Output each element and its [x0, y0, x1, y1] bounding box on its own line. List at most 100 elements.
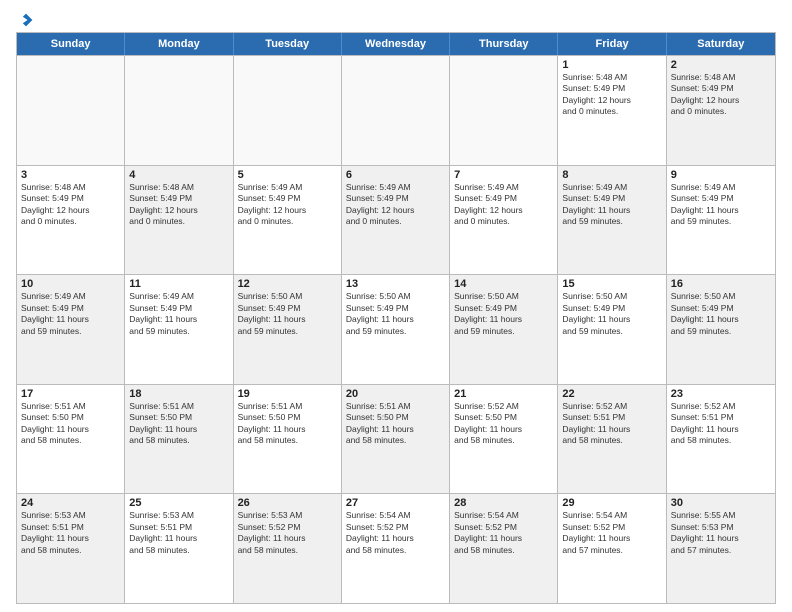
day-number: 12	[238, 278, 337, 290]
day-info: Sunrise: 5:49 AMSunset: 5:49 PMDaylight:…	[21, 291, 120, 337]
empty-cell	[17, 56, 125, 165]
day-number: 24	[21, 497, 120, 509]
day-cell-14: 14Sunrise: 5:50 AMSunset: 5:49 PMDayligh…	[450, 275, 558, 384]
header-cell-sunday: Sunday	[17, 33, 125, 55]
day-cell-13: 13Sunrise: 5:50 AMSunset: 5:49 PMDayligh…	[342, 275, 450, 384]
day-info: Sunrise: 5:55 AMSunset: 5:53 PMDaylight:…	[671, 510, 771, 556]
day-number: 13	[346, 278, 445, 290]
day-number: 2	[671, 59, 771, 71]
day-info: Sunrise: 5:49 AMSunset: 5:49 PMDaylight:…	[346, 182, 445, 228]
day-info: Sunrise: 5:54 AMSunset: 5:52 PMDaylight:…	[454, 510, 553, 556]
day-cell-29: 29Sunrise: 5:54 AMSunset: 5:52 PMDayligh…	[558, 494, 666, 603]
day-number: 18	[129, 388, 228, 400]
header-cell-saturday: Saturday	[667, 33, 775, 55]
day-number: 16	[671, 278, 771, 290]
day-cell-30: 30Sunrise: 5:55 AMSunset: 5:53 PMDayligh…	[667, 494, 775, 603]
calendar-row-1: 3Sunrise: 5:48 AMSunset: 5:49 PMDaylight…	[17, 165, 775, 275]
day-info: Sunrise: 5:51 AMSunset: 5:50 PMDaylight:…	[238, 401, 337, 447]
day-info: Sunrise: 5:54 AMSunset: 5:52 PMDaylight:…	[346, 510, 445, 556]
day-cell-12: 12Sunrise: 5:50 AMSunset: 5:49 PMDayligh…	[234, 275, 342, 384]
day-info: Sunrise: 5:50 AMSunset: 5:49 PMDaylight:…	[346, 291, 445, 337]
day-cell-21: 21Sunrise: 5:52 AMSunset: 5:50 PMDayligh…	[450, 385, 558, 494]
day-number: 17	[21, 388, 120, 400]
day-cell-17: 17Sunrise: 5:51 AMSunset: 5:50 PMDayligh…	[17, 385, 125, 494]
logo-icon	[18, 12, 34, 28]
day-cell-7: 7Sunrise: 5:49 AMSunset: 5:49 PMDaylight…	[450, 166, 558, 275]
day-number: 10	[21, 278, 120, 290]
day-info: Sunrise: 5:50 AMSunset: 5:49 PMDaylight:…	[562, 291, 661, 337]
empty-cell	[342, 56, 450, 165]
day-number: 15	[562, 278, 661, 290]
day-number: 6	[346, 169, 445, 181]
day-cell-8: 8Sunrise: 5:49 AMSunset: 5:49 PMDaylight…	[558, 166, 666, 275]
day-cell-11: 11Sunrise: 5:49 AMSunset: 5:49 PMDayligh…	[125, 275, 233, 384]
day-info: Sunrise: 5:50 AMSunset: 5:49 PMDaylight:…	[671, 291, 771, 337]
day-number: 8	[562, 169, 661, 181]
day-number: 4	[129, 169, 228, 181]
calendar: SundayMondayTuesdayWednesdayThursdayFrid…	[16, 32, 776, 604]
header-cell-tuesday: Tuesday	[234, 33, 342, 55]
day-number: 19	[238, 388, 337, 400]
day-cell-28: 28Sunrise: 5:54 AMSunset: 5:52 PMDayligh…	[450, 494, 558, 603]
day-cell-27: 27Sunrise: 5:54 AMSunset: 5:52 PMDayligh…	[342, 494, 450, 603]
day-number: 5	[238, 169, 337, 181]
day-cell-22: 22Sunrise: 5:52 AMSunset: 5:51 PMDayligh…	[558, 385, 666, 494]
day-cell-3: 3Sunrise: 5:48 AMSunset: 5:49 PMDaylight…	[17, 166, 125, 275]
day-info: Sunrise: 5:51 AMSunset: 5:50 PMDaylight:…	[129, 401, 228, 447]
day-cell-2: 2Sunrise: 5:48 AMSunset: 5:49 PMDaylight…	[667, 56, 775, 165]
day-info: Sunrise: 5:53 AMSunset: 5:52 PMDaylight:…	[238, 510, 337, 556]
day-number: 26	[238, 497, 337, 509]
day-cell-15: 15Sunrise: 5:50 AMSunset: 5:49 PMDayligh…	[558, 275, 666, 384]
calendar-row-4: 24Sunrise: 5:53 AMSunset: 5:51 PMDayligh…	[17, 493, 775, 603]
day-number: 25	[129, 497, 228, 509]
day-info: Sunrise: 5:49 AMSunset: 5:49 PMDaylight:…	[562, 182, 661, 228]
header-cell-friday: Friday	[558, 33, 666, 55]
day-cell-20: 20Sunrise: 5:51 AMSunset: 5:50 PMDayligh…	[342, 385, 450, 494]
logo	[16, 12, 34, 26]
day-info: Sunrise: 5:49 AMSunset: 5:49 PMDaylight:…	[129, 291, 228, 337]
calendar-body: 1Sunrise: 5:48 AMSunset: 5:49 PMDaylight…	[17, 55, 775, 603]
day-cell-19: 19Sunrise: 5:51 AMSunset: 5:50 PMDayligh…	[234, 385, 342, 494]
day-number: 7	[454, 169, 553, 181]
calendar-row-0: 1Sunrise: 5:48 AMSunset: 5:49 PMDaylight…	[17, 55, 775, 165]
day-cell-9: 9Sunrise: 5:49 AMSunset: 5:49 PMDaylight…	[667, 166, 775, 275]
day-info: Sunrise: 5:48 AMSunset: 5:49 PMDaylight:…	[129, 182, 228, 228]
day-info: Sunrise: 5:48 AMSunset: 5:49 PMDaylight:…	[671, 72, 771, 118]
day-number: 1	[562, 59, 661, 71]
day-info: Sunrise: 5:49 AMSunset: 5:49 PMDaylight:…	[238, 182, 337, 228]
day-info: Sunrise: 5:48 AMSunset: 5:49 PMDaylight:…	[562, 72, 661, 118]
day-cell-5: 5Sunrise: 5:49 AMSunset: 5:49 PMDaylight…	[234, 166, 342, 275]
empty-cell	[450, 56, 558, 165]
day-cell-23: 23Sunrise: 5:52 AMSunset: 5:51 PMDayligh…	[667, 385, 775, 494]
day-info: Sunrise: 5:48 AMSunset: 5:49 PMDaylight:…	[21, 182, 120, 228]
day-number: 29	[562, 497, 661, 509]
day-cell-25: 25Sunrise: 5:53 AMSunset: 5:51 PMDayligh…	[125, 494, 233, 603]
day-info: Sunrise: 5:52 AMSunset: 5:50 PMDaylight:…	[454, 401, 553, 447]
day-info: Sunrise: 5:51 AMSunset: 5:50 PMDaylight:…	[346, 401, 445, 447]
calendar-row-2: 10Sunrise: 5:49 AMSunset: 5:49 PMDayligh…	[17, 274, 775, 384]
day-number: 30	[671, 497, 771, 509]
day-cell-24: 24Sunrise: 5:53 AMSunset: 5:51 PMDayligh…	[17, 494, 125, 603]
day-cell-26: 26Sunrise: 5:53 AMSunset: 5:52 PMDayligh…	[234, 494, 342, 603]
day-number: 28	[454, 497, 553, 509]
day-number: 11	[129, 278, 228, 290]
day-number: 3	[21, 169, 120, 181]
day-number: 22	[562, 388, 661, 400]
day-number: 23	[671, 388, 771, 400]
page-header	[16, 12, 776, 26]
day-number: 21	[454, 388, 553, 400]
day-info: Sunrise: 5:49 AMSunset: 5:49 PMDaylight:…	[454, 182, 553, 228]
day-info: Sunrise: 5:53 AMSunset: 5:51 PMDaylight:…	[129, 510, 228, 556]
day-number: 20	[346, 388, 445, 400]
header-cell-monday: Monday	[125, 33, 233, 55]
day-info: Sunrise: 5:50 AMSunset: 5:49 PMDaylight:…	[238, 291, 337, 337]
day-info: Sunrise: 5:53 AMSunset: 5:51 PMDaylight:…	[21, 510, 120, 556]
day-number: 9	[671, 169, 771, 181]
day-number: 14	[454, 278, 553, 290]
day-cell-6: 6Sunrise: 5:49 AMSunset: 5:49 PMDaylight…	[342, 166, 450, 275]
day-info: Sunrise: 5:50 AMSunset: 5:49 PMDaylight:…	[454, 291, 553, 337]
day-cell-10: 10Sunrise: 5:49 AMSunset: 5:49 PMDayligh…	[17, 275, 125, 384]
day-info: Sunrise: 5:49 AMSunset: 5:49 PMDaylight:…	[671, 182, 771, 228]
empty-cell	[234, 56, 342, 165]
day-cell-18: 18Sunrise: 5:51 AMSunset: 5:50 PMDayligh…	[125, 385, 233, 494]
